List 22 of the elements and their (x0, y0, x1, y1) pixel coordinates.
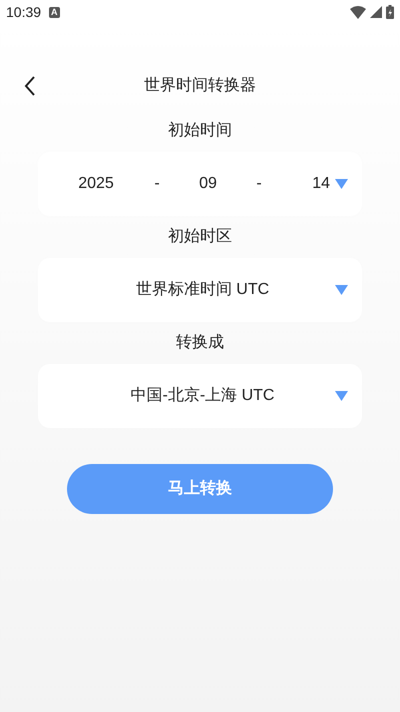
back-icon (24, 76, 36, 96)
separator: - (255, 174, 263, 194)
separator: - (153, 174, 161, 194)
date-part: 09 (198, 174, 218, 194)
status-time: 10:39 (6, 3, 42, 22)
notification-icon: A (49, 6, 60, 18)
dropdown-caret-icon (335, 391, 348, 401)
page-title: 世界时间转换器 (144, 76, 256, 96)
battery-icon (386, 5, 394, 19)
section-label: 转换成 (176, 332, 224, 353)
date-part: 2025 (77, 174, 115, 194)
dropdown-caret-icon (335, 285, 348, 295)
section-label: 初始时间 (168, 120, 232, 141)
section-label: 初始时区 (168, 226, 232, 247)
wifi-icon (350, 6, 366, 18)
dropdown-caret-icon (335, 179, 348, 189)
select-value: 世界标准时间 UTC (134, 280, 270, 300)
signal-icon (370, 6, 382, 18)
date-part: 14 (311, 174, 330, 194)
timezone-select[interactable]: 世界标准时间 UTC (38, 258, 362, 322)
timezone-select[interactable]: 中国-北京-上海 UTC (38, 364, 362, 428)
select-value: 中国-北京-上海 UTC (130, 386, 276, 406)
